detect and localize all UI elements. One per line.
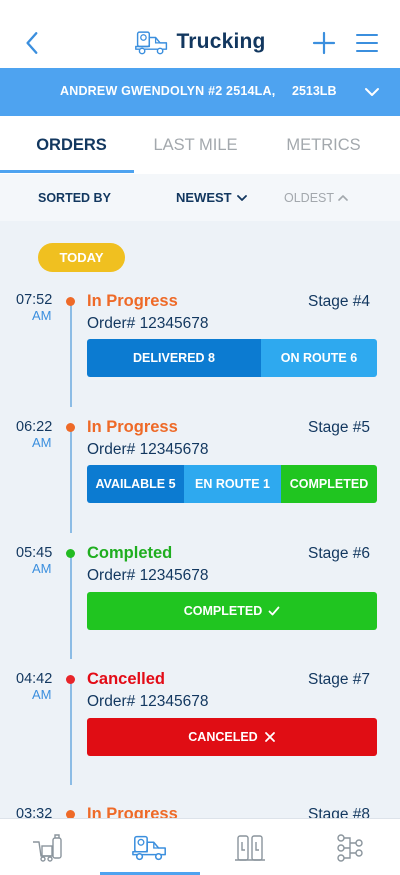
sort-newest-button[interactable]: NEWEST (176, 190, 247, 205)
close-icon (264, 732, 275, 742)
segment-delivered[interactable]: DELIVERED 8 (87, 339, 261, 377)
order-stage: Stage #6 (308, 545, 371, 562)
account-name: ANDREW GWENDOLYN #2 2514LA, (60, 84, 276, 98)
tab-metrics[interactable]: METRICS (257, 116, 390, 174)
chevron-down-icon (236, 194, 247, 201)
segment-completed-label: COMPLETED (183, 604, 263, 618)
pipeline-icon (337, 833, 363, 862)
order-stage: Stage #5 (308, 419, 371, 436)
segment-on-route[interactable]: ON ROUTE 6 (261, 339, 377, 377)
nav-pipeline[interactable] (300, 819, 400, 875)
active-tab-indicator (0, 170, 134, 173)
account-selector[interactable]: ANDREW GWENDOLYN #2 2514LA, 2513LB (0, 68, 400, 116)
timeline-connector (70, 305, 72, 407)
order-stage: Stage #7 (308, 671, 371, 688)
account-code: 2513LB (292, 84, 337, 98)
order-stage: Stage #4 (308, 293, 371, 310)
segment-en-route[interactable]: EN ROUTE 1 (184, 465, 281, 503)
order-number: Order# 12345678 (87, 693, 209, 710)
segment-canceled-label: CANCELED (188, 730, 258, 744)
page-title: Trucking (0, 28, 400, 56)
sort-oldest-button[interactable]: OLDEST (284, 191, 348, 205)
order-progress-bar: CANCELED (87, 718, 377, 756)
timeline-connector (70, 557, 72, 659)
status-dot (66, 423, 75, 432)
app-header: Trucking (0, 0, 400, 68)
sort-bar: SORTED BY NEWEST OLDEST (0, 174, 400, 221)
order-ampm: AM (32, 687, 52, 702)
nav-cart[interactable] (0, 819, 100, 875)
tab-last-mile[interactable]: LAST MILE (129, 116, 262, 174)
segment-completed[interactable]: COMPLETED (87, 592, 377, 630)
order-ampm: AM (32, 561, 52, 576)
order-status: In Progress (87, 292, 178, 310)
segment-canceled[interactable]: CANCELED (87, 718, 377, 756)
truck-logo-icon (135, 31, 168, 55)
order-ampm: AM (32, 435, 52, 450)
status-dot (66, 675, 75, 684)
hamburger-menu-icon[interactable] (356, 33, 378, 53)
bottom-navigation (0, 818, 400, 875)
timeline-connector (70, 683, 72, 785)
order-progress-bar: AVAILABLE 5 EN ROUTE 1 COMPLETED (87, 465, 377, 503)
order-time: 07:52 (16, 292, 53, 308)
sorted-by-label: SORTED BY (38, 191, 111, 205)
title-text: Trucking (176, 30, 266, 53)
order-status: Completed (87, 544, 173, 562)
order-time: 04:42 (16, 671, 53, 687)
storage-tanks-icon (235, 834, 265, 861)
segment-available[interactable]: AVAILABLE 5 (87, 465, 184, 503)
checkmark-icon (268, 606, 280, 616)
order-time: 06:22 (16, 419, 53, 435)
order-status: In Progress (87, 418, 178, 436)
order-progress-bar: COMPLETED (87, 592, 377, 630)
order-number: Order# 12345678 (87, 567, 209, 584)
chevron-down-icon (365, 88, 379, 96)
status-dot (66, 549, 75, 558)
sort-newest-label: NEWEST (176, 190, 232, 205)
order-progress-bar: DELIVERED 8 ON ROUTE 6 (87, 339, 377, 377)
segment-completed[interactable]: COMPLETED (281, 465, 377, 503)
order-number: Order# 12345678 (87, 441, 209, 458)
truck-icon (132, 835, 166, 860)
order-status: Cancelled (87, 670, 165, 688)
today-badge: TODAY (38, 243, 125, 272)
order-ampm: AM (32, 308, 52, 323)
nav-storage[interactable] (200, 819, 300, 875)
tab-bar: ORDERS LAST MILE METRICS (0, 116, 400, 174)
plus-icon[interactable] (312, 31, 336, 55)
tab-orders[interactable]: ORDERS (5, 116, 138, 174)
order-number: Order# 12345678 (87, 315, 209, 332)
status-dot (66, 297, 75, 306)
cart-icon (33, 833, 62, 862)
order-time: 05:45 (16, 545, 53, 561)
chevron-up-icon (338, 195, 348, 201)
nav-trucking[interactable] (100, 819, 200, 875)
timeline-connector (70, 431, 72, 533)
sort-oldest-label: OLDEST (284, 191, 335, 205)
